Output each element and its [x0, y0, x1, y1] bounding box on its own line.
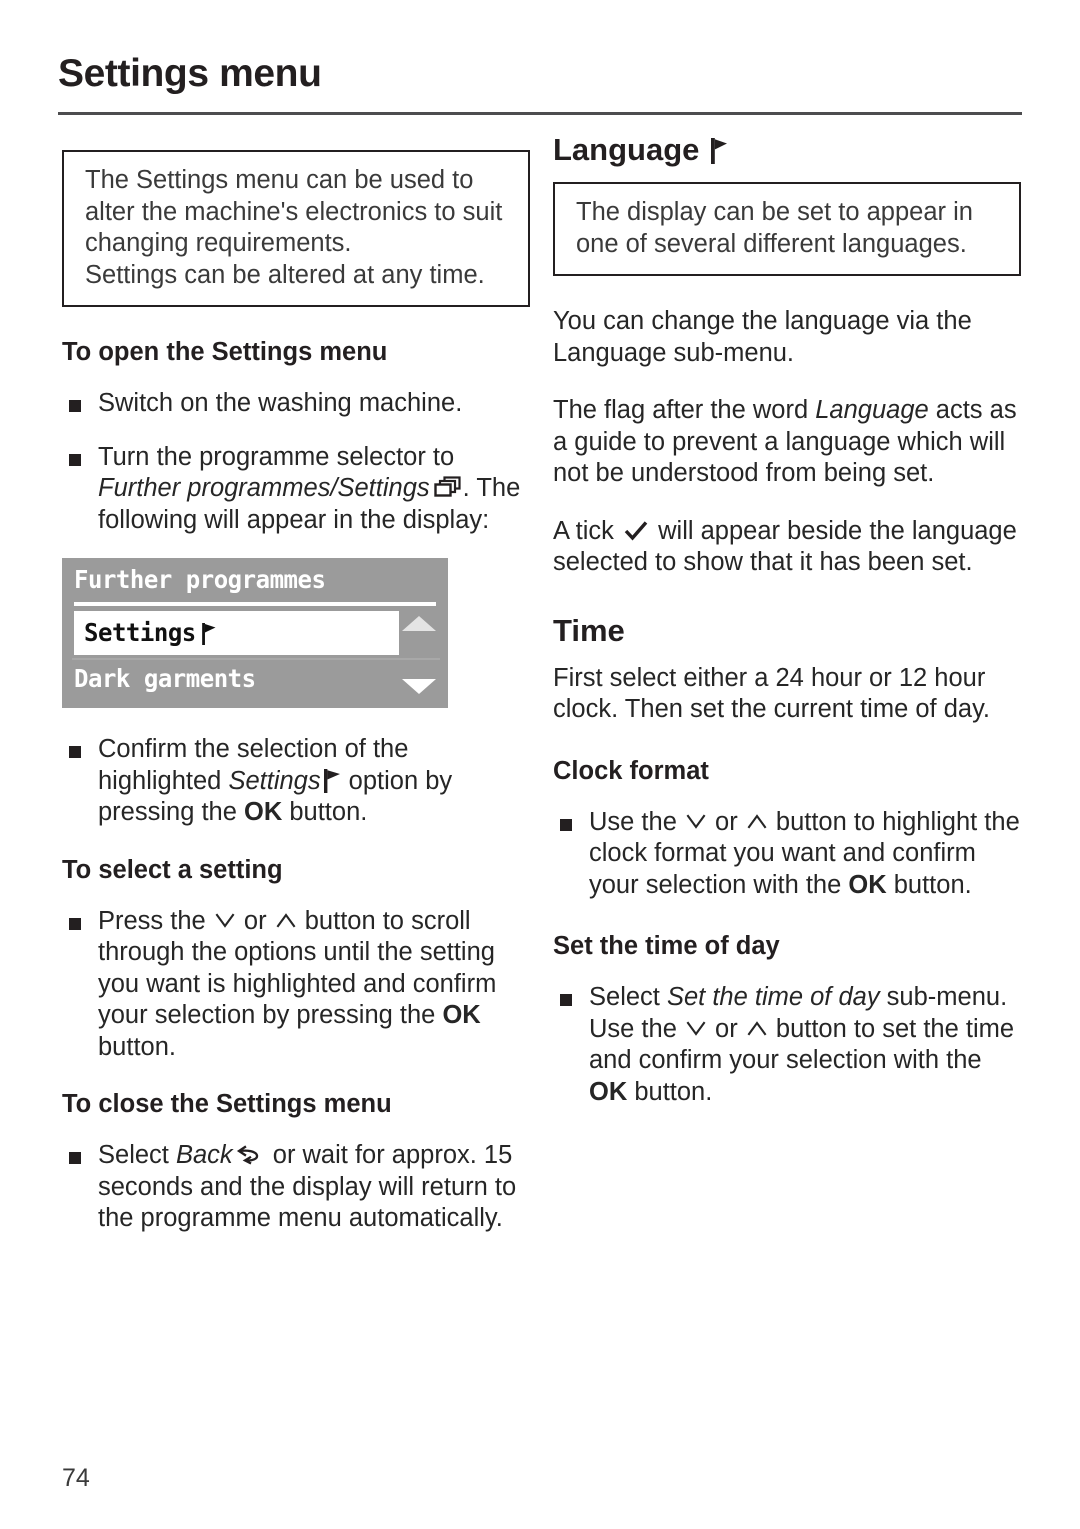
lcd-row-dark-garments: Dark garments — [74, 664, 256, 693]
lcd-title: Further programmes — [74, 565, 326, 594]
chevron-up-icon — [747, 1020, 767, 1038]
lcd-selected-row-content: Settings — [84, 618, 217, 647]
flag-icon — [323, 768, 341, 793]
chevron-down-icon — [686, 1020, 706, 1038]
clock-format-text-a: Use the — [589, 807, 684, 836]
select-bullet-text-a: Press the — [98, 906, 213, 935]
language-heading-label: Language — [553, 132, 700, 167]
header-divider — [58, 112, 1022, 115]
tick-icon — [624, 520, 648, 542]
select-bullet-text-d: button. — [98, 1032, 176, 1061]
intro-note-line-1: The Settings menu can be used to alter t… — [85, 166, 503, 257]
time-section: Time First select either a 24 hour or 12… — [553, 613, 1021, 1109]
flag-icon — [711, 138, 728, 164]
clock-format-heading: Clock format — [553, 756, 709, 785]
open-bullet-2-italic: Further programmes/Settings — [98, 474, 430, 502]
lcd-selected-row: Settings — [74, 611, 399, 655]
set-time-text-c: or — [707, 1014, 745, 1043]
intro-note-line-2: Settings can be altered at any time. — [85, 260, 485, 289]
flag-icon — [202, 622, 216, 645]
chevron-up-icon — [747, 813, 767, 831]
set-time-italic: Set the time of day — [666, 983, 880, 1011]
list-item: Press the or button to scroll through th… — [62, 906, 530, 1064]
language-note-box: The display can be set to appear in one … — [553, 182, 1021, 276]
clock-format-text-b: or — [707, 807, 745, 836]
language-para-3-a: A tick — [553, 516, 622, 545]
clock-format-text-d: button. — [886, 870, 972, 899]
back-arrow-icon — [236, 1144, 262, 1166]
lcd-selected-row-label: Settings — [84, 618, 196, 647]
open-bullet-3-italic: Settings — [228, 766, 321, 795]
time-heading: Time — [553, 613, 1021, 649]
set-time-text-e: button. — [627, 1077, 713, 1106]
language-note-text: The display can be set to appear in one … — [576, 198, 973, 258]
close-bullet-italic: Back — [175, 1141, 233, 1169]
select-setting-heading: To select a setting — [62, 855, 283, 884]
select-setting-section: To select a setting Press the or button … — [62, 855, 530, 1064]
list-item: Select Set the time of day sub-menu. Use… — [553, 982, 1021, 1108]
list-item: Turn the programme selector to Further p… — [62, 442, 530, 537]
language-para-1: You can change the language via the Lang… — [553, 307, 972, 367]
language-heading: Language — [553, 132, 1021, 168]
time-heading-label: Time — [553, 612, 625, 648]
language-para-3: A tick will appear beside the language s… — [553, 516, 1021, 579]
close-settings-heading: To close the Settings menu — [62, 1090, 392, 1118]
set-time-text-a: Select — [589, 983, 667, 1011]
open-settings-section: To open the Settings menu Switch on the … — [62, 337, 530, 829]
lcd-display-graphic: Further programmes Settings Dark garment… — [62, 558, 448, 708]
manual-page: Settings menu The Settings menu can be u… — [0, 0, 1080, 1529]
close-settings-section: To close the Settings menu Select Back o… — [62, 1089, 530, 1235]
left-column: The Settings menu can be used to alter t… — [62, 150, 530, 1235]
triangle-up-icon — [402, 616, 436, 631]
language-para-2: The flag after the word Language acts as… — [553, 395, 1021, 490]
set-time-bold: OK — [589, 1077, 628, 1106]
open-bullet-2-text-a: Turn the programme selector to — [98, 442, 455, 471]
lcd-title-underline — [74, 602, 436, 606]
lcd-row-separator — [72, 658, 440, 660]
clock-format-bold: OK — [848, 870, 887, 899]
triangle-down-icon — [402, 679, 436, 694]
language-section: Language The display can be set to appea… — [553, 132, 1021, 579]
open-bullet-3-bold: OK — [244, 798, 283, 826]
intro-note-box: The Settings menu can be used to alter t… — [62, 150, 530, 307]
page-title: Settings menu — [58, 52, 322, 95]
select-bullet-text-b: or — [236, 906, 274, 935]
open-settings-heading: To open the Settings menu — [62, 338, 388, 366]
set-time-heading: Set the time of day — [553, 932, 780, 960]
list-item: Switch on the washing machine. — [62, 388, 530, 420]
open-bullet-3-text-c: button. — [282, 798, 368, 826]
time-para-1: First select either a 24 hour or 12 hour… — [553, 663, 991, 724]
list-item: Use the or button to highlight the clock… — [553, 807, 1021, 902]
close-bullet-text-a: Select — [98, 1141, 176, 1169]
language-para-2-italic: Language — [815, 396, 929, 424]
right-column: Language The display can be set to appea… — [553, 132, 1021, 1108]
chevron-up-icon — [276, 912, 296, 930]
open-bullet-1-text: Switch on the washing machine. — [98, 389, 463, 417]
select-bullet-bold: OK — [442, 1001, 481, 1029]
chevron-down-icon — [686, 813, 706, 831]
stacked-pages-icon — [433, 476, 462, 500]
page-number: 74 — [62, 1464, 90, 1492]
list-item: Select Back or wait for approx. 15 secon… — [62, 1140, 530, 1235]
chevron-down-icon — [215, 912, 235, 930]
language-para-2-a: The flag after the word — [553, 396, 816, 424]
language-para-3-b: will appear beside the language selected… — [553, 516, 1017, 577]
list-item: Confirm the selection of the highlighted… — [62, 734, 530, 829]
